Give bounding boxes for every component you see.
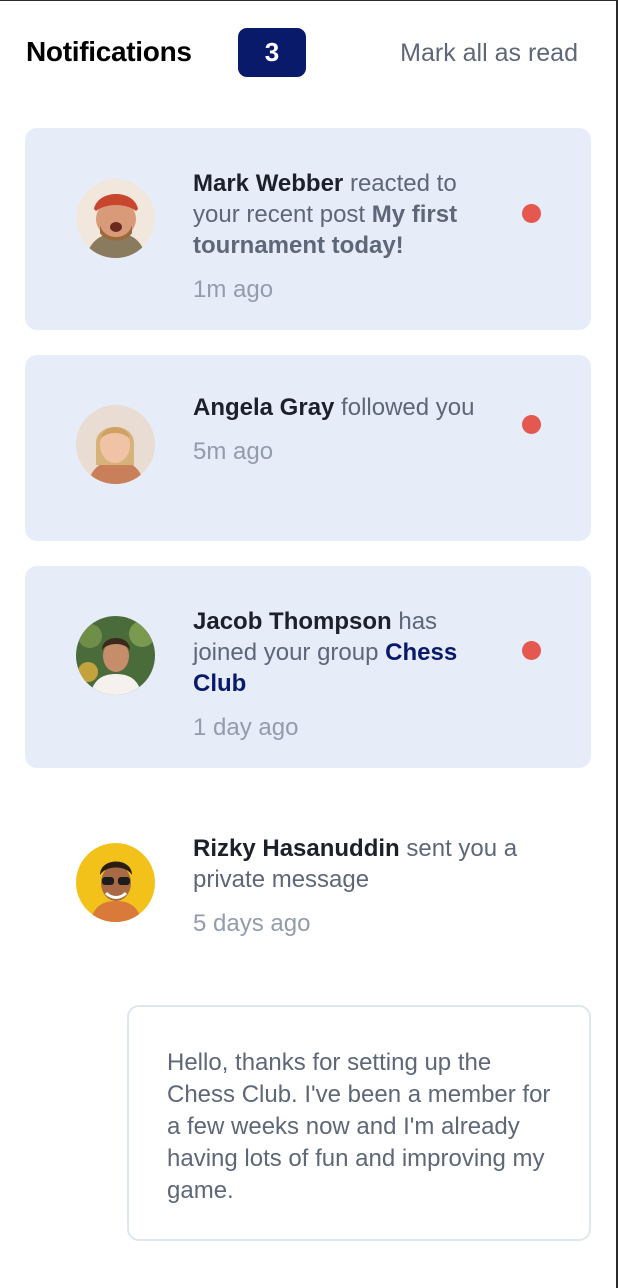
notification-text: Mark Webber reacted to your recent post … bbox=[193, 168, 493, 305]
avatar[interactable] bbox=[76, 179, 155, 258]
unread-dot-icon bbox=[522, 641, 541, 660]
user-name-link[interactable]: Angela Gray bbox=[193, 394, 334, 421]
timestamp: 1m ago bbox=[193, 276, 274, 303]
avatar[interactable] bbox=[76, 843, 155, 922]
notification-card[interactable]: Angela Gray followed you 5m ago bbox=[25, 355, 591, 541]
user-name-link[interactable]: Mark Webber bbox=[193, 170, 343, 197]
notification-text: Angela Gray followed you 5m ago bbox=[193, 392, 493, 467]
page-title: Notifications bbox=[26, 36, 192, 67]
timestamp: 5 days ago bbox=[193, 910, 311, 937]
timestamp: 1 day ago bbox=[193, 714, 299, 741]
notification-text: Jacob Thompson has joined your group Che… bbox=[193, 606, 493, 743]
notification-action: followed you bbox=[334, 394, 475, 421]
avatar[interactable] bbox=[76, 616, 155, 695]
notification-text: Rizky Hasanuddin sent you a private mess… bbox=[193, 833, 553, 939]
user-name-link[interactable]: Rizky Hasanuddin bbox=[193, 835, 400, 862]
unread-dot-icon bbox=[522, 204, 541, 223]
message-text: Hello, thanks for setting up the Chess C… bbox=[167, 1049, 551, 1204]
notifications-header: Notifications 3 Mark all as read bbox=[26, 28, 578, 78]
timestamp: 5m ago bbox=[193, 438, 274, 465]
avatar[interactable] bbox=[76, 405, 155, 484]
notification-card[interactable]: Jacob Thompson has joined your group Che… bbox=[25, 566, 591, 768]
notification-card[interactable]: Rizky Hasanuddin sent you a private mess… bbox=[25, 793, 591, 973]
user-name-link[interactable]: Jacob Thompson bbox=[193, 608, 392, 635]
unread-dot-icon bbox=[522, 415, 541, 434]
notification-card[interactable]: Mark Webber reacted to your recent post … bbox=[25, 128, 591, 330]
unread-count-badge: 3 bbox=[238, 28, 306, 77]
private-message-preview[interactable]: Hello, thanks for setting up the Chess C… bbox=[127, 1005, 591, 1241]
mark-all-read-button[interactable]: Mark all as read bbox=[400, 39, 578, 68]
